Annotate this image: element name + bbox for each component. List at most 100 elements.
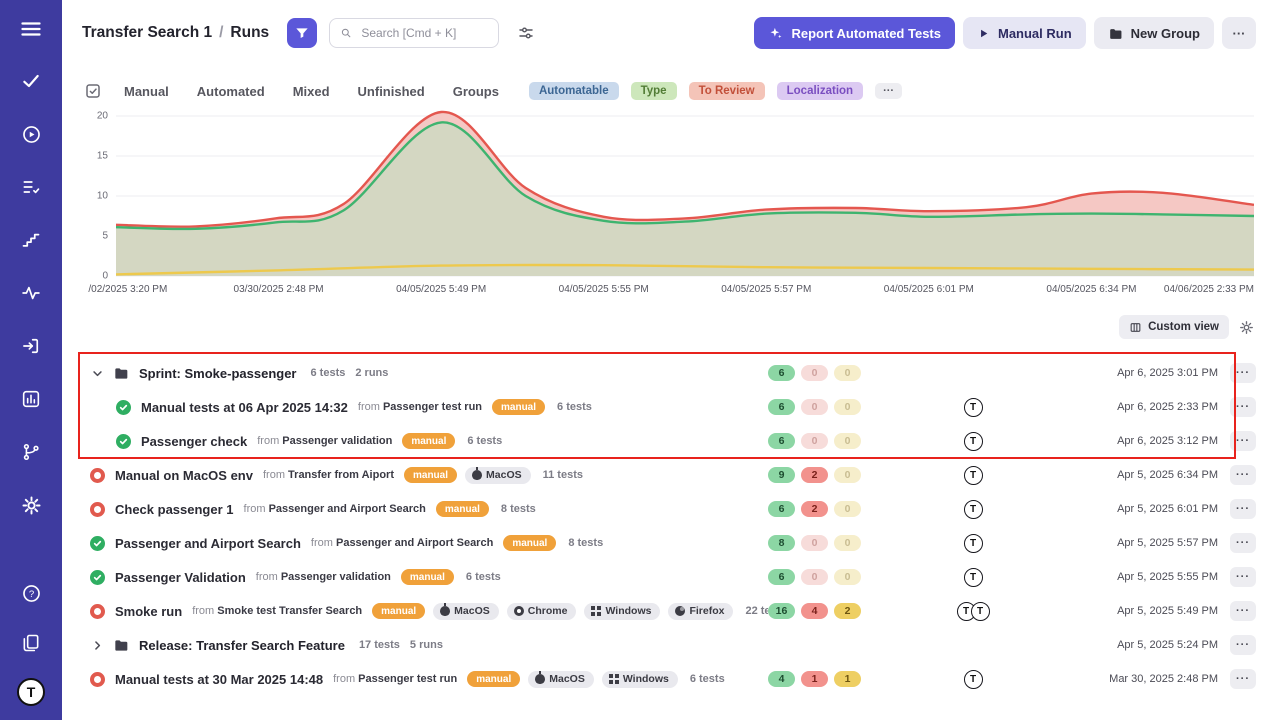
row-more-button[interactable]: ···	[1230, 499, 1256, 519]
run-row[interactable]: Passenger checkfrom Passenger validation…	[62, 424, 1280, 458]
view-settings-button[interactable]	[1239, 320, 1254, 335]
firefox-icon	[675, 606, 685, 616]
env-label: MacOS	[454, 605, 490, 617]
run-row[interactable]: Check passenger 1from Passenger and Airp…	[62, 492, 1280, 526]
x-tick-label: 04/05/2025 6:34 PM	[1046, 284, 1136, 295]
status-failed-icon	[90, 502, 105, 517]
run-title[interactable]: Manual tests at 30 Mar 2025 14:48	[115, 672, 323, 687]
chip-to-review[interactable]: To Review	[689, 82, 765, 100]
passed-count-badge: 6	[768, 569, 795, 585]
header-more-button[interactable]: ···	[1222, 17, 1256, 49]
run-title[interactable]: Smoke run	[115, 604, 182, 619]
new-group-button[interactable]: New Group	[1094, 17, 1214, 49]
chevron-right-icon[interactable]	[90, 638, 106, 653]
run-title[interactable]: Passenger check	[141, 434, 247, 449]
env-label: Chrome	[528, 605, 568, 617]
sidebar-item-milestones[interactable]	[16, 225, 46, 255]
chip-localization[interactable]: Localization	[777, 82, 863, 100]
run-title[interactable]: Check passenger 1	[115, 502, 234, 517]
assignee-avatars: T	[898, 568, 1048, 587]
tab-unfinished[interactable]: Unfinished	[358, 84, 425, 99]
tab-mixed[interactable]: Mixed	[293, 84, 330, 99]
row-more-button[interactable]: ···	[1230, 567, 1256, 587]
sidebar-item-plans[interactable]	[16, 172, 46, 202]
failed-count-badge: 1	[801, 671, 828, 687]
sidebar-item-reports[interactable]	[16, 384, 46, 414]
sidebar-item-activity[interactable]	[16, 278, 46, 308]
group-tests-count: 17 tests	[359, 639, 400, 651]
apple-icon	[440, 606, 450, 616]
x-tick-label: 03/30/2025 2:48 PM	[234, 284, 324, 295]
tab-automated[interactable]: Automated	[197, 84, 265, 99]
report-automated-tests-button[interactable]: Report Automated Tests	[754, 17, 955, 49]
group-runs-count: 5 runs	[410, 639, 443, 651]
chips-more-button[interactable]: ···	[875, 83, 902, 99]
sidebar-item-settings[interactable]	[16, 490, 46, 520]
sidebar-item-import[interactable]	[16, 331, 46, 361]
tests-count: 6 tests	[690, 673, 725, 685]
row-more-button[interactable]: ···	[1230, 635, 1256, 655]
tab-groups[interactable]: Groups	[453, 84, 499, 99]
run-row[interactable]: Passenger and Airport Searchfrom Passeng…	[62, 526, 1280, 560]
run-row[interactable]: Manual on MacOS envfrom Transfer from Ai…	[62, 458, 1280, 492]
row-more-button[interactable]: ···	[1230, 431, 1256, 451]
group-title[interactable]: Release: Transfer Search Feature	[139, 638, 345, 653]
run-row[interactable]: Manual tests at 30 Mar 2025 14:48from Pa…	[62, 662, 1280, 696]
chip-automatable[interactable]: Automatable	[529, 82, 619, 100]
tab-manual[interactable]: Manual	[124, 84, 169, 99]
run-row[interactable]: Passenger Validation from Passenger valid…	[62, 560, 1280, 594]
sidebar-item-tests[interactable]	[16, 66, 46, 96]
row-more-button[interactable]: ···	[1230, 397, 1256, 417]
results-badges: 600	[768, 365, 898, 381]
hamburger-icon	[19, 17, 43, 41]
group-row[interactable]: Release: Transfer Search Feature 17 tests…	[62, 628, 1280, 662]
app-logo[interactable]: T	[17, 678, 45, 706]
row-more-button[interactable]: ···	[1230, 533, 1256, 553]
chip-type[interactable]: Type	[631, 82, 677, 100]
row-more-button[interactable]: ···	[1230, 669, 1256, 689]
avatar: T	[964, 670, 983, 689]
search-settings-button[interactable]	[511, 23, 541, 43]
row-more-button[interactable]: ···	[1230, 601, 1256, 621]
git-branch-icon	[21, 442, 41, 462]
run-title[interactable]: Manual tests at 06 Apr 2025 14:32	[141, 400, 348, 415]
folder-icon	[113, 637, 129, 653]
run-title[interactable]: Passenger and Airport Search	[115, 536, 301, 551]
run-source: from Passenger validation	[256, 571, 391, 583]
search-input[interactable]	[359, 25, 488, 41]
sidebar-item-branches[interactable]	[16, 437, 46, 467]
select-runs-button[interactable]	[84, 82, 102, 100]
docs-button[interactable]	[16, 628, 46, 658]
filter-button[interactable]	[287, 18, 317, 48]
group-title[interactable]: Sprint: Smoke-passenger	[139, 366, 297, 381]
env-label: Windows	[605, 605, 651, 617]
run-row[interactable]: Manual tests at 06 Apr 2025 14:32 from Pa…	[62, 390, 1280, 424]
tag-manual: manual	[503, 535, 556, 551]
row-more-button[interactable]: ···	[1230, 363, 1256, 383]
menu-button[interactable]	[16, 14, 46, 44]
failed-count-badge: 0	[801, 365, 828, 381]
sidebar-item-runs[interactable]	[16, 119, 46, 149]
chevron-down-icon[interactable]	[90, 366, 106, 381]
run-row[interactable]: Smoke run from Smoke test Transfer Search…	[62, 594, 1280, 628]
custom-view-button[interactable]: Custom view	[1119, 315, 1229, 339]
tag-manual: manual	[401, 569, 454, 585]
row-more-button[interactable]: ···	[1230, 465, 1256, 485]
manual-run-button[interactable]: Manual Run	[963, 17, 1086, 49]
sliders-icon	[517, 24, 535, 42]
run-source: from Passenger test run	[358, 401, 482, 413]
gear-icon	[21, 495, 42, 516]
x-tick-label: 04/05/2025 6:01 PM	[884, 284, 974, 295]
run-date: Apr 6, 2025 3:01 PM	[1048, 367, 1218, 379]
folder-icon	[1108, 26, 1123, 41]
run-date: Apr 6, 2025 2:33 PM	[1048, 401, 1218, 413]
run-title[interactable]: Manual on MacOS env	[115, 468, 253, 483]
tag-manual: manual	[402, 433, 455, 449]
steps-icon	[21, 230, 41, 250]
help-button[interactable]: ?	[16, 578, 46, 608]
results-badges: 800	[768, 535, 898, 551]
run-source: from Smoke test Transfer Search	[192, 605, 362, 617]
group-row[interactable]: Sprint: Smoke-passenger6 tests2 runs600A…	[62, 356, 1280, 390]
run-title[interactable]: Passenger Validation	[115, 570, 246, 585]
results-badges: 1642	[768, 603, 898, 619]
